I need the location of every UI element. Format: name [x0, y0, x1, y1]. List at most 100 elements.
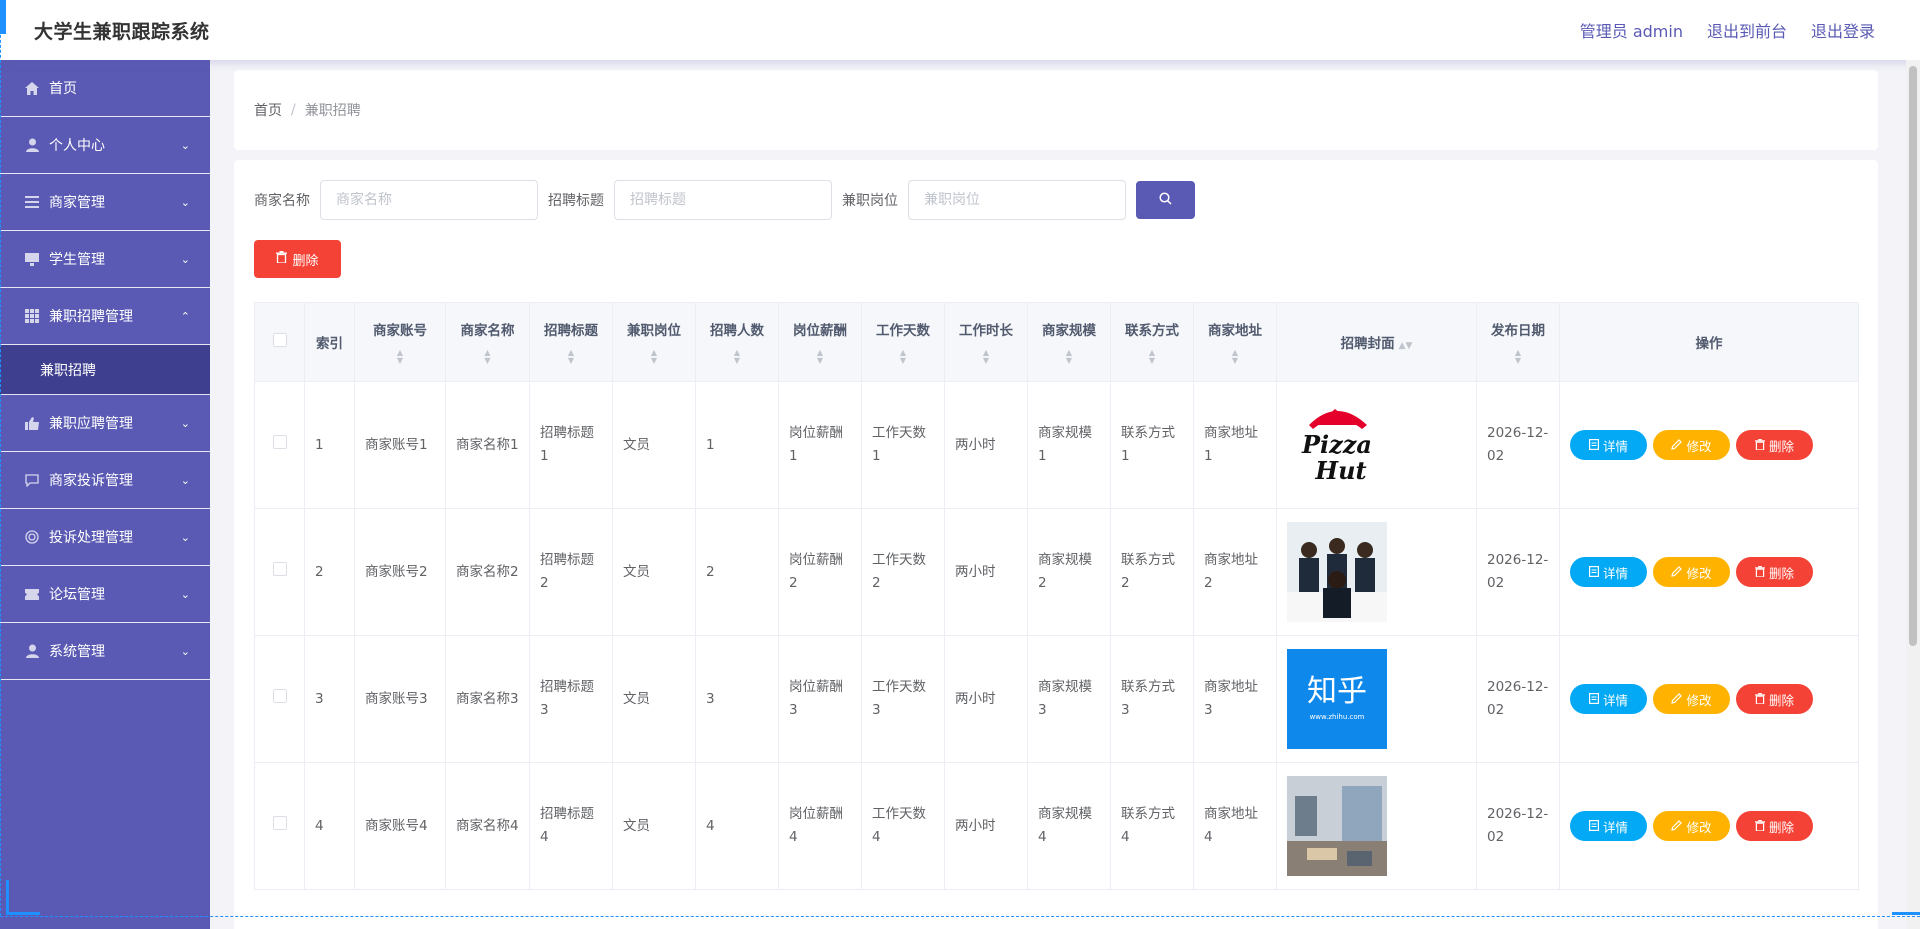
pencil-icon	[1671, 565, 1683, 580]
exit-to-frontend-link[interactable]: 退出到前台	[1707, 18, 1787, 42]
sidebar-item-forum[interactable]: 论坛管理 ⌄	[0, 566, 210, 623]
sort-icon[interactable]: ▲▼	[452, 349, 523, 365]
page-scrollbar[interactable]	[1906, 60, 1920, 929]
column-header[interactable]: 工作天数 ▲ ▼	[861, 302, 945, 382]
column-header[interactable]: 商家名称 ▲ ▼	[445, 302, 530, 382]
recruit-title-input[interactable]	[614, 180, 832, 220]
sort-icon[interactable]: ▲▼	[536, 349, 606, 365]
breadcrumb: 首页 / 兼职招聘	[234, 70, 1878, 150]
sort-icon[interactable]: ▲▼	[619, 349, 689, 365]
column-header[interactable]: 兼职岗位 ▲ ▼	[612, 302, 696, 382]
monitor-icon	[24, 251, 40, 267]
column-header[interactable]: 商家地址 ▲ ▼	[1193, 302, 1277, 382]
column-header[interactable]: 商家规模 ▲ ▼	[1027, 302, 1111, 382]
sidebar-item-merchant[interactable]: 商家管理 ⌄	[0, 174, 210, 231]
sidebar-item-system[interactable]: 系统管理 ⌄	[0, 623, 210, 680]
list-panel: 商家名称 招聘标题 兼职岗位 删除	[234, 160, 1878, 929]
table-cell-salary: 岗位薪酬4	[778, 762, 862, 890]
sort-icon[interactable]: ▲▼	[1117, 349, 1187, 365]
table-cell-count: 1	[695, 381, 779, 509]
delete-button[interactable]: 删除	[1736, 811, 1813, 841]
admin-user-link[interactable]: 管理员 admin	[1580, 18, 1683, 42]
column-header[interactable]: 招聘人数 ▲ ▼	[695, 302, 779, 382]
table-cell-title: 招聘标题4	[529, 762, 613, 890]
top-header: 大学生兼职跟踪系统 管理员 admin 退出到前台 退出登录	[0, 0, 1920, 60]
sidebar-item-application[interactable]: 兼职应聘管理 ⌄	[0, 395, 210, 452]
column-header[interactable]: 招聘封面 ▲▼	[1276, 302, 1477, 382]
sort-icon[interactable]: ▲▼	[1200, 349, 1270, 365]
sort-icon[interactable]: ▲▼	[1399, 341, 1413, 351]
table-cell-count: 4	[695, 762, 779, 890]
row-select-cell	[254, 635, 305, 763]
pencil-icon	[1671, 438, 1683, 453]
chevron-down-icon: ⌄	[180, 473, 190, 487]
row-checkbox[interactable]	[272, 434, 287, 449]
column-header[interactable]: 联系方式 ▲ ▼	[1110, 302, 1194, 382]
delete-button[interactable]: 删除	[1736, 684, 1813, 714]
table-cell-address: 商家地址2	[1193, 508, 1277, 636]
sort-icon[interactable]: ▲▼	[1483, 349, 1553, 365]
edit-button[interactable]: 修改	[1653, 430, 1730, 460]
column-header[interactable]: 招聘标题 ▲ ▼	[529, 302, 613, 382]
table-cell-cover: Pizza Hut	[1276, 381, 1477, 509]
detail-button[interactable]: 详情	[1570, 684, 1647, 714]
sidebar-item-complaint[interactable]: 商家投诉管理 ⌄	[0, 452, 210, 509]
edit-button[interactable]: 修改	[1653, 684, 1730, 714]
row-checkbox[interactable]	[272, 815, 287, 830]
column-header[interactable]: 商家账号 ▲ ▼	[354, 302, 446, 382]
table-cell-scale: 商家规模2	[1027, 508, 1111, 636]
sidebar-item-student[interactable]: 学生管理 ⌄	[0, 231, 210, 288]
trash-icon	[1754, 565, 1765, 580]
search-label-title: 招聘标题	[548, 193, 604, 209]
sort-icon[interactable]: ▲▼	[361, 349, 439, 365]
sort-icon[interactable]: ▲▼	[1034, 349, 1104, 365]
detail-button[interactable]: 详情	[1570, 430, 1647, 460]
scrollbar-thumb[interactable]	[1909, 66, 1917, 646]
edit-button[interactable]: 修改	[1653, 557, 1730, 587]
home-icon	[24, 80, 40, 96]
breadcrumb-home[interactable]: 首页	[254, 100, 282, 120]
table-cell-count: 3	[695, 635, 779, 763]
cover-image	[1287, 776, 1466, 876]
column-header[interactable]: 岗位薪酬 ▲ ▼	[778, 302, 862, 382]
delete-button[interactable]: 删除	[1736, 557, 1813, 587]
sidebar-item-recruit[interactable]: 兼职招聘管理 ⌃	[0, 288, 210, 345]
trash-icon	[1754, 438, 1765, 453]
table-cell-count: 2	[695, 508, 779, 636]
sort-icon[interactable]: ▲▼	[868, 349, 938, 365]
sidebar-item-home[interactable]: 首页	[0, 60, 210, 117]
delete-button[interactable]: 删除	[1736, 430, 1813, 460]
sort-icon[interactable]: ▲▼	[785, 349, 855, 365]
header-links: 管理员 admin 退出到前台 退出登录	[1580, 18, 1875, 42]
logout-link[interactable]: 退出登录	[1811, 18, 1875, 42]
select-all-checkbox[interactable]	[272, 333, 287, 347]
column-header[interactable]: 发布日期 ▲ ▼	[1476, 302, 1560, 382]
post-input[interactable]	[908, 180, 1126, 220]
sidebar-item-profile[interactable]: 个人中心 ⌄	[0, 117, 210, 174]
detail-button[interactable]: 详情	[1570, 811, 1647, 841]
document-icon	[1588, 565, 1599, 580]
sidebar-item-complaint-handling[interactable]: 投诉处理管理 ⌄	[0, 509, 210, 566]
table-cell-date: 2026-12-02	[1476, 762, 1560, 890]
trash-icon	[1754, 692, 1765, 707]
row-checkbox[interactable]	[272, 688, 287, 703]
sidebar-subitem-recruit[interactable]: 兼职招聘	[0, 345, 210, 395]
batch-delete-button[interactable]: 删除	[254, 240, 341, 278]
table-cell-salary: 岗位薪酬1	[778, 381, 862, 509]
row-checkbox[interactable]	[272, 561, 287, 576]
cover-image: 知乎 www.zhihu.com	[1287, 649, 1466, 749]
detail-button[interactable]: 详情	[1570, 557, 1647, 587]
merchant-name-input[interactable]	[320, 180, 538, 220]
search-button[interactable]	[1136, 181, 1195, 219]
table-cell-index: 1	[304, 381, 355, 509]
selection-corner-marker	[6, 880, 9, 914]
table-cell-salary: 岗位薪酬2	[778, 508, 862, 636]
sort-icon[interactable]: ▲▼	[951, 349, 1021, 365]
sort-icon[interactable]: ▲▼	[702, 349, 772, 365]
edit-button[interactable]: 修改	[1653, 811, 1730, 841]
table-cell-name: 商家名称3	[445, 635, 530, 763]
table-cell-hours: 两小时	[944, 381, 1028, 509]
table-cell-contact: 联系方式4	[1110, 762, 1194, 890]
column-header[interactable]: 工作时长 ▲ ▼	[944, 302, 1028, 382]
table-row: 1 商家账号1 商家名称1 招聘标题1 文员 1 岗位薪酬1 工作天数1 两小时 商家规模1 联系方…	[254, 381, 1859, 509]
